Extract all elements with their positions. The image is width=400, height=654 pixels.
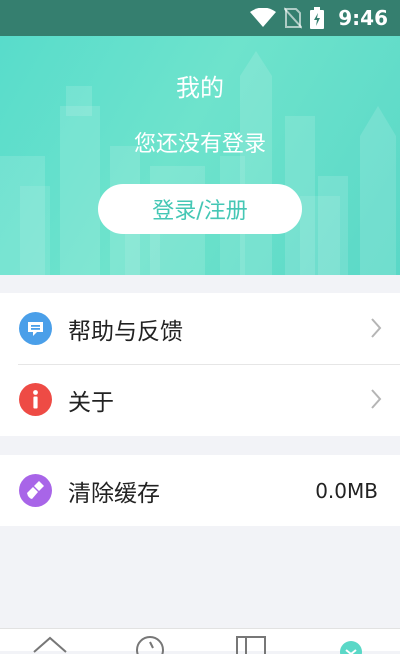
login-status-text: 您还没有登录 (133, 132, 266, 157)
clock: 9:46 (338, 6, 388, 30)
info-icon (19, 383, 52, 416)
nav-item-discover[interactable] (100, 629, 200, 654)
menu-item-label: 清除缓存 (68, 480, 160, 507)
login-register-button[interactable]: 登录/注册 (98, 184, 302, 234)
bottom-navigation (0, 628, 400, 654)
menu-group-storage: 清除缓存 0.0MB (0, 455, 400, 526)
message-icon (19, 312, 52, 345)
no-sim-icon (284, 7, 303, 29)
menu-group-support: 帮助与反馈 关于 (0, 293, 400, 436)
menu-item-about[interactable]: 关于 (0, 364, 400, 435)
chevron-right-icon (371, 318, 382, 338)
wifi-icon (250, 8, 277, 27)
menu-item-clear-cache[interactable]: 清除缓存 0.0MB (0, 455, 400, 526)
status-bar: 9:46 (0, 0, 400, 36)
cache-size-value: 0.0MB (315, 478, 378, 503)
nav-item-home[interactable] (0, 629, 100, 653)
menu-item-help-feedback[interactable]: 帮助与反馈 (0, 293, 400, 365)
nav-item-profile[interactable] (300, 629, 400, 654)
chevron-right-icon (371, 389, 382, 409)
profile-icon (340, 641, 362, 654)
page-title: 我的 (176, 74, 224, 102)
nav-item-library[interactable] (200, 629, 300, 654)
menu-item-label: 帮助与反馈 (68, 318, 183, 345)
battery-charging-icon (310, 7, 325, 29)
broom-icon (19, 474, 52, 507)
home-icon (33, 636, 67, 653)
menu-item-label: 关于 (68, 389, 114, 416)
book-icon (236, 636, 266, 654)
profile-header: 我的 您还没有登录 登录/注册 (0, 36, 400, 275)
compass-icon (136, 636, 164, 654)
